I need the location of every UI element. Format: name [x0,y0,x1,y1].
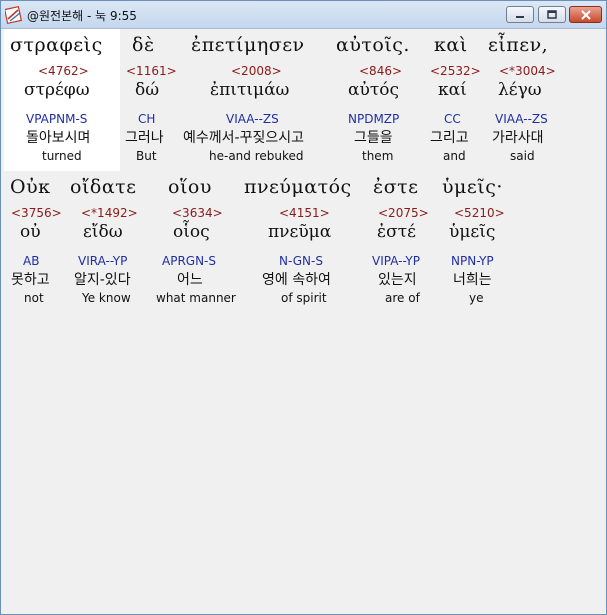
english-gloss: them [362,149,394,163]
korean-gloss: 그러나 [125,130,164,146]
lemma: στρέφω [24,80,90,100]
strong-number[interactable]: <4762> [38,65,89,77]
maximize-button[interactable] [538,6,566,23]
minimize-icon [516,15,524,18]
greek-word[interactable]: οἴδατε [70,178,137,197]
lemma: δώ [135,80,160,100]
lemma: καί [438,80,467,100]
maximize-icon [547,9,557,19]
english-gloss: turned [42,149,82,163]
greek-word[interactable]: ὑμεῖς· [442,178,503,197]
lemma: πνεῦμα [268,222,332,242]
strong-number[interactable]: <*1492> [81,207,138,219]
lemma: οὐ [20,222,41,242]
english-gloss: what manner [156,291,236,305]
lemma: ὑμεῖς [449,222,496,242]
strong-number[interactable]: <3756> [11,207,62,219]
english-gloss: and [443,149,466,163]
strong-number[interactable]: <*3004> [499,65,556,77]
lemma: ἐπιτιμάω [210,80,290,100]
english-gloss: ye [469,291,484,305]
lemma: λέγω [498,80,542,100]
greek-word[interactable]: ἐπετίμησεν [191,36,305,55]
strong-number[interactable]: <2075> [378,207,429,219]
english-gloss: But [136,149,157,163]
greek-word[interactable]: οἵου [168,178,212,197]
greek-word[interactable]: Οὐκ [10,178,51,197]
parsing-code: NPDMZP [348,112,400,126]
parsing-code: VIAA--ZS [495,112,548,126]
korean-gloss: 알지-있다 [74,272,131,288]
close-icon [580,9,591,20]
parsing-code: VIRA--YP [78,254,128,268]
english-gloss: Ye know [82,291,131,305]
korean-gloss: 가라사대 [492,130,544,146]
app-logo-icon [5,6,23,24]
parsing-code: N-GN-S [279,254,323,268]
greek-word[interactable]: δὲ [132,36,155,55]
minimize-button[interactable] [506,6,534,23]
lemma: αὐτός [348,80,399,100]
english-gloss: of spirit [281,291,327,305]
strong-number[interactable]: <2532> [430,65,481,77]
parsing-code: VPAPNM-S [26,112,88,126]
strong-number[interactable]: <5210> [454,207,505,219]
parsing-code: NPN-YP [451,254,494,268]
greek-word[interactable]: αὐτοῖς. [336,36,410,55]
english-gloss: said [510,149,535,163]
korean-gloss: 있는지 [378,272,417,288]
greek-word[interactable]: ἐστε [373,178,419,197]
parsing-code: AB [23,254,40,268]
greek-word[interactable]: πνεύματός [244,178,352,197]
strong-number[interactable]: <1161> [126,65,177,77]
greek-word[interactable]: εἶπεν, [488,36,548,55]
korean-gloss: 돌아보시며 [26,130,91,146]
english-gloss: he-and rebuked [209,149,304,163]
interlinear-view[interactable]: στραφεὶς <4762> στρέφω VPAPNM-S 돌아보시며 tu… [2,29,605,612]
lemma: οἷος [173,222,210,242]
english-gloss: are of [385,291,420,305]
korean-gloss: 영에 속하여 [262,272,331,288]
korean-gloss: 그들을 [354,130,393,146]
parsing-code: VIPA--YP [372,254,420,268]
app-window: @원전본해 - 눅 9:55 στραφεὶς <4762> στρέφω VP… [0,0,607,615]
title-bar[interactable]: @원전본해 - 눅 9:55 [1,1,606,29]
korean-gloss: 어느 [177,272,203,288]
strong-number[interactable]: <2008> [231,65,282,77]
lemma: εἴδω [83,222,123,242]
strong-number[interactable]: <4151> [279,207,330,219]
strong-number[interactable]: <846> [359,65,402,77]
parsing-code: CC [444,112,461,126]
parsing-code: CH [138,112,156,126]
korean-gloss: 그리고 [430,130,469,146]
english-gloss: not [24,291,44,305]
korean-gloss: 예수께서-꾸짖으시고 [183,130,304,146]
greek-word[interactable]: στραφεὶς [10,36,103,55]
greek-word[interactable]: καὶ [434,36,468,55]
close-button[interactable] [569,6,602,23]
korean-gloss: 못하고 [11,272,50,288]
parsing-code: VIAA--ZS [226,112,279,126]
window-title: @원전본해 - 눅 9:55 [27,9,137,23]
korean-gloss: 너희는 [453,272,492,288]
parsing-code: APRGN-S [162,254,217,268]
lemma: ἐστέ [377,222,416,242]
strong-number[interactable]: <3634> [172,207,223,219]
